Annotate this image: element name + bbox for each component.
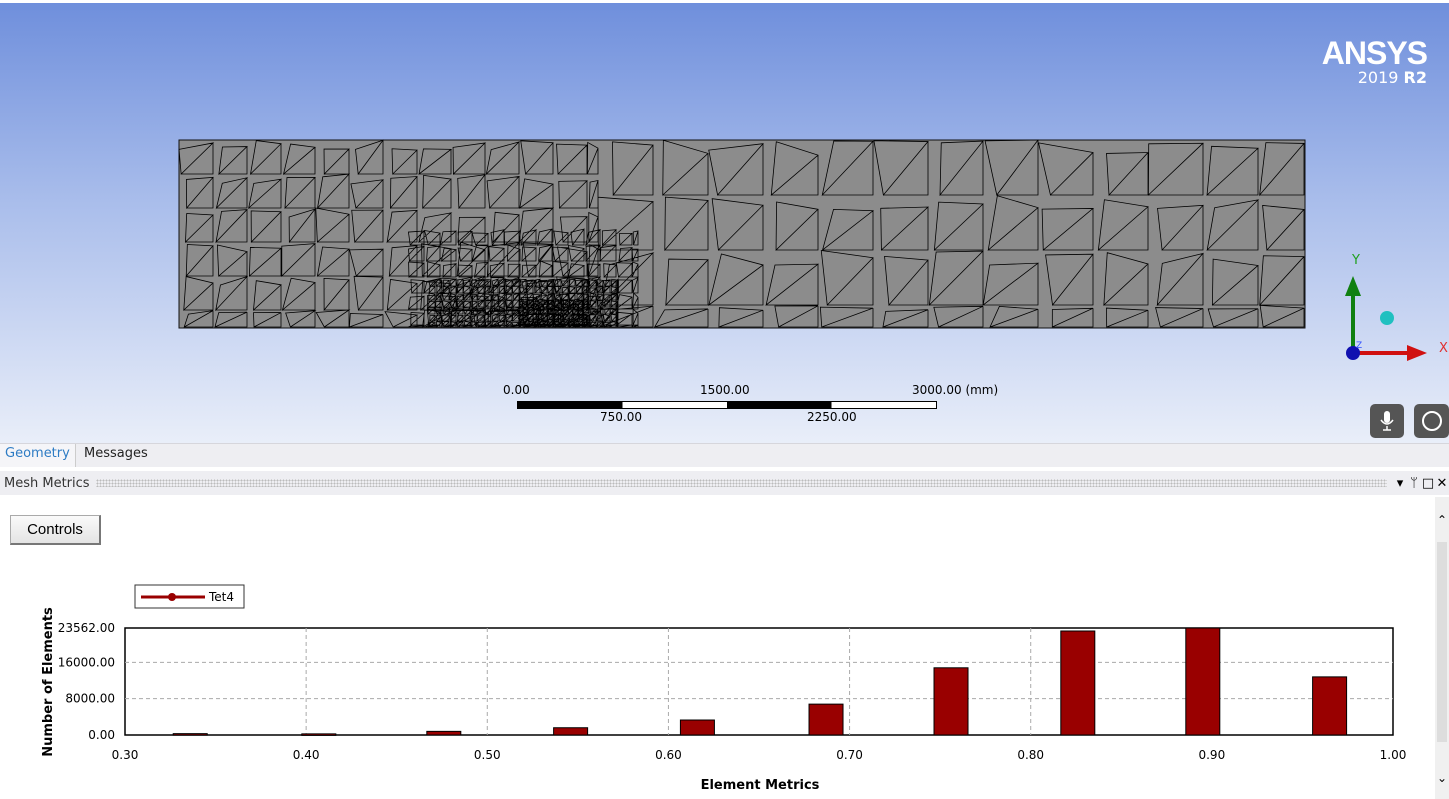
svg-text:Z: Z (1356, 341, 1362, 351)
x-tick-label: 0.70 (836, 748, 863, 762)
bar (426, 730, 462, 736)
panel-header: Mesh Metrics ▾ ᛘ □ ✕ (0, 471, 1449, 495)
bar (1060, 630, 1096, 736)
panel-title: Mesh Metrics (4, 475, 90, 491)
svg-text:Y: Y (1351, 253, 1360, 268)
x-tick-label: 0.60 (655, 748, 682, 762)
y-tick-label: 16000.00 (58, 655, 115, 669)
legend: Tet4 (134, 584, 245, 609)
close-icon[interactable]: ✕ (1435, 476, 1449, 491)
mesh-metrics-chart: Tet4 0.30 0.40 0.50 0.60 0.70 0.80 0.90 1.00 0.0… (41, 584, 1407, 793)
scrollbar[interactable]: ⌃ ⌄ (1435, 497, 1449, 799)
dropdown-icon[interactable]: ▾ (1393, 476, 1407, 491)
scroll-up-icon[interactable]: ⌃ (1435, 513, 1449, 527)
ansys-logo: ANSYS 2019 R2 (1321, 35, 1428, 87)
bar (933, 667, 969, 736)
bar (301, 733, 337, 736)
controls-button[interactable]: Controls (10, 515, 101, 545)
pin-icon[interactable]: ᛘ (1407, 476, 1421, 491)
mesh-model[interactable] (178, 139, 1306, 329)
svg-text:X: X (1439, 341, 1448, 356)
rotate-icon[interactable] (1414, 404, 1449, 438)
scroll-down-icon[interactable]: ⌄ (1435, 771, 1449, 785)
x-axis-label: Element Metrics (701, 778, 820, 793)
maximize-icon[interactable]: □ (1421, 476, 1435, 491)
bar (679, 719, 715, 736)
bar (1312, 676, 1348, 736)
x-tick-label: 0.90 (1198, 748, 1225, 762)
microphone-icon[interactable] (1370, 404, 1404, 438)
y-tick-label: 23562.00 (58, 621, 115, 635)
bar (172, 733, 208, 736)
bar (808, 703, 844, 736)
tab-geometry[interactable]: Geometry (0, 444, 76, 467)
scale-bar: 0.00 1500.00 3000.00 (mm) 750.00 2250.00 (503, 383, 999, 424)
bar (1185, 627, 1221, 736)
tab-bar: Geometry Messages (0, 443, 1449, 467)
graphics-viewport[interactable]: ANSYS 2019 R2 0.00 1500.00 3000.00 (mm) … (0, 0, 1449, 443)
bar (553, 727, 589, 736)
y-tick-label: 0.00 (88, 728, 115, 742)
axis-triad: Y X Z (1345, 253, 1448, 361)
x-tick-label: 1.00 (1380, 748, 1407, 762)
y-axis-label: Number of Elements (41, 607, 56, 757)
y-tick-label: 8000.00 (65, 692, 115, 706)
x-tick-label: 0.50 (474, 748, 501, 762)
x-tick-label: 0.30 (112, 748, 139, 762)
tab-messages[interactable]: Messages (79, 444, 153, 467)
x-tick-label: 0.80 (1017, 748, 1044, 762)
x-tick-label: 0.40 (293, 748, 320, 762)
legend-label: Tet4 (208, 590, 234, 604)
